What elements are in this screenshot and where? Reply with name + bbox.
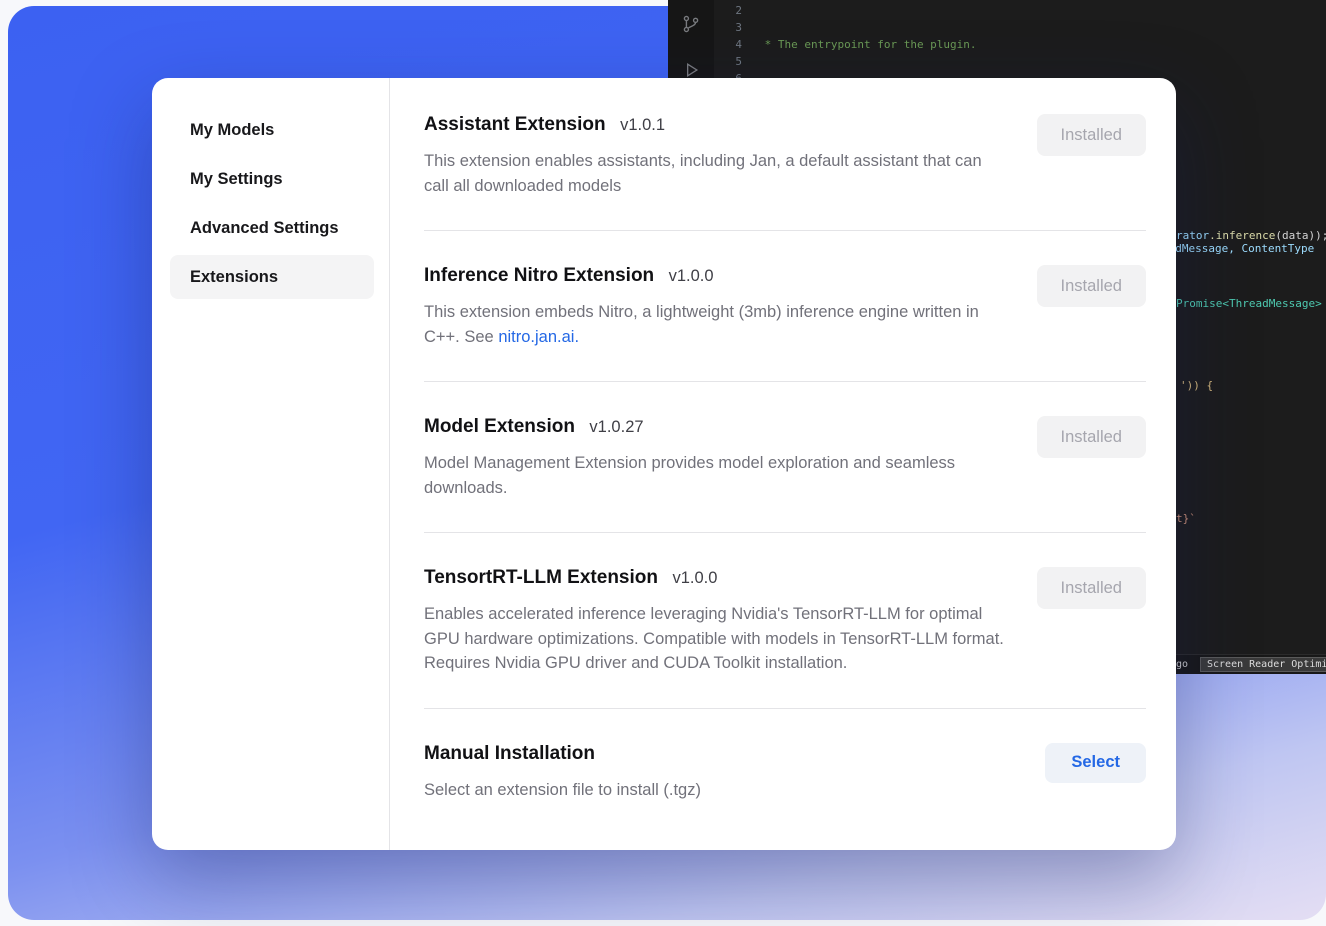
code-fragment: ')) {: [1180, 379, 1213, 392]
line-number: 5: [714, 53, 742, 70]
screen: 2 3 4 5 6 * The entrypoint for the plugi…: [0, 0, 1326, 926]
extension-row-nitro: Inference Nitro Extension v1.0.0 This ex…: [424, 231, 1146, 382]
extension-name: Assistant Extension: [424, 114, 606, 135]
extension-title-line: Model Extension v1.0.27: [424, 414, 1004, 440]
code-fragment: rator.inference(data));: [1176, 229, 1326, 242]
extension-description: Model Management Extension provides mode…: [424, 451, 1004, 500]
code-token: * The entrypoint for the plugin.: [758, 38, 977, 51]
code-token: .inference: [1209, 229, 1275, 242]
installed-button: Installed: [1037, 416, 1146, 458]
extension-title-line: Assistant Extension v1.0.1: [424, 112, 1004, 138]
code-token: (data));: [1275, 229, 1326, 242]
nitro-jan-ai-link[interactable]: nitro.jan.ai.: [498, 328, 579, 346]
extension-version: v1.0.1: [620, 116, 665, 134]
extension-row-model: Model Extension v1.0.27 Model Management…: [424, 382, 1146, 533]
extension-name: TensortRT-LLM Extension: [424, 567, 658, 588]
extension-description: Enables accelerated inference leveraging…: [424, 602, 1004, 676]
source-control-icon[interactable]: [679, 12, 703, 36]
line-number: 4: [714, 36, 742, 53]
select-file-button[interactable]: Select: [1045, 743, 1146, 783]
sidebar-item-my-settings[interactable]: My Settings: [170, 157, 374, 201]
extension-description: This extension enables assistants, inclu…: [424, 149, 1004, 198]
sidebar-item-advanced-settings[interactable]: Advanced Settings: [170, 206, 374, 250]
screen-reader-optimize-button[interactable]: Screen Reader Optimize: [1200, 657, 1326, 672]
line-number: 3: [714, 19, 742, 36]
installed-button: Installed: [1037, 265, 1146, 307]
extension-version: v1.0.0: [669, 267, 714, 285]
code-fragment: t}`: [1176, 512, 1196, 525]
extension-title-line: TensortRT-LLM Extension v1.0.0: [424, 565, 1004, 591]
extension-version: v1.0.0: [672, 569, 717, 587]
sidebar-item-extensions[interactable]: Extensions: [170, 255, 374, 299]
settings-sidebar: My Models My Settings Advanced Settings …: [152, 78, 390, 850]
extensions-panel: Assistant Extension v1.0.1 This extensio…: [390, 78, 1176, 850]
extension-row-tensorrt: TensortRT-LLM Extension v1.0.0 Enables a…: [424, 533, 1146, 709]
extension-version: v1.0.27: [589, 418, 643, 436]
extension-name: Inference Nitro Extension: [424, 265, 654, 286]
settings-modal: My Models My Settings Advanced Settings …: [152, 78, 1176, 850]
line-number: 2: [714, 2, 742, 19]
status-text: go: [1176, 659, 1188, 670]
extension-row-assistant: Assistant Extension v1.0.1 This extensio…: [424, 78, 1146, 231]
code-token: rator: [1176, 229, 1209, 242]
installed-button: Installed: [1037, 567, 1146, 609]
extension-title-line: Inference Nitro Extension v1.0.0: [424, 263, 1004, 289]
code-fragment: Promise<ThreadMessage>: [1176, 297, 1322, 310]
extension-title-line: Manual Installation: [424, 741, 701, 767]
line-number-gutter: 2 3 4 5 6: [714, 2, 742, 87]
sidebar-item-my-models[interactable]: My Models: [170, 108, 374, 152]
manual-installation-row: Manual Installation Select an extension …: [424, 709, 1146, 835]
manual-installation-title: Manual Installation: [424, 743, 595, 764]
manual-installation-description: Select an extension file to install (.tg…: [424, 778, 701, 803]
installed-button: Installed: [1037, 114, 1146, 156]
extension-description: This extension embeds Nitro, a lightweig…: [424, 300, 1004, 349]
extension-name: Model Extension: [424, 416, 575, 437]
